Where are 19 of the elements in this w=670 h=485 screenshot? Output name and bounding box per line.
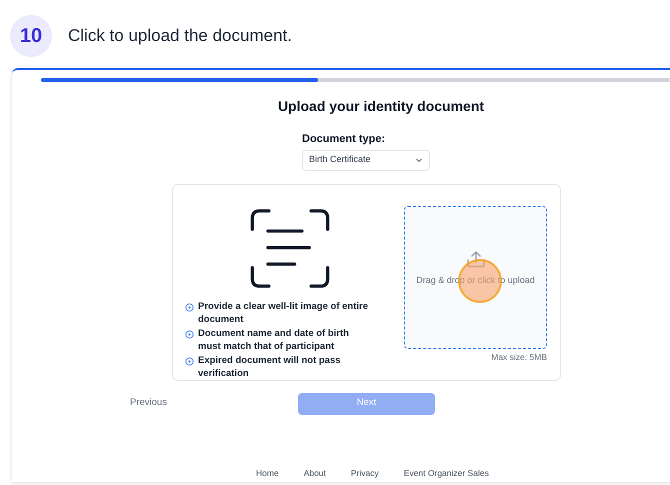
tip-text: Document name and date of birth must match that of participant — [198, 326, 350, 352]
bullet-circle-icon — [185, 356, 194, 366]
footer-link[interactable]: Event Organizer Sales — [404, 466, 489, 480]
bullet-circle-icon — [185, 302, 194, 312]
tip-text: Provide a clear well-lit image of entire document — [198, 300, 370, 326]
previous-button[interactable]: Previous — [130, 396, 167, 411]
footer-link[interactable]: About — [304, 466, 326, 480]
max-size-text: Max size: 5MB — [491, 350, 547, 364]
footer-link[interactable]: Home — [256, 466, 279, 480]
upload-icon — [466, 250, 486, 268]
chevron-down-icon — [415, 156, 423, 164]
form-title: Upload your identity document — [276, 97, 486, 116]
bullet-circle-icon — [185, 330, 194, 338]
step-instruction: Click to upload the document. — [68, 25, 292, 48]
step-number: 10 — [10, 15, 52, 57]
document-type-select[interactable]: Birth Certificate — [302, 150, 430, 170]
document-type-label: Document type: — [302, 132, 386, 147]
footer-link[interactable]: Privacy — [350, 466, 379, 480]
tip-text: Expired document will not pass verification — [198, 354, 342, 380]
